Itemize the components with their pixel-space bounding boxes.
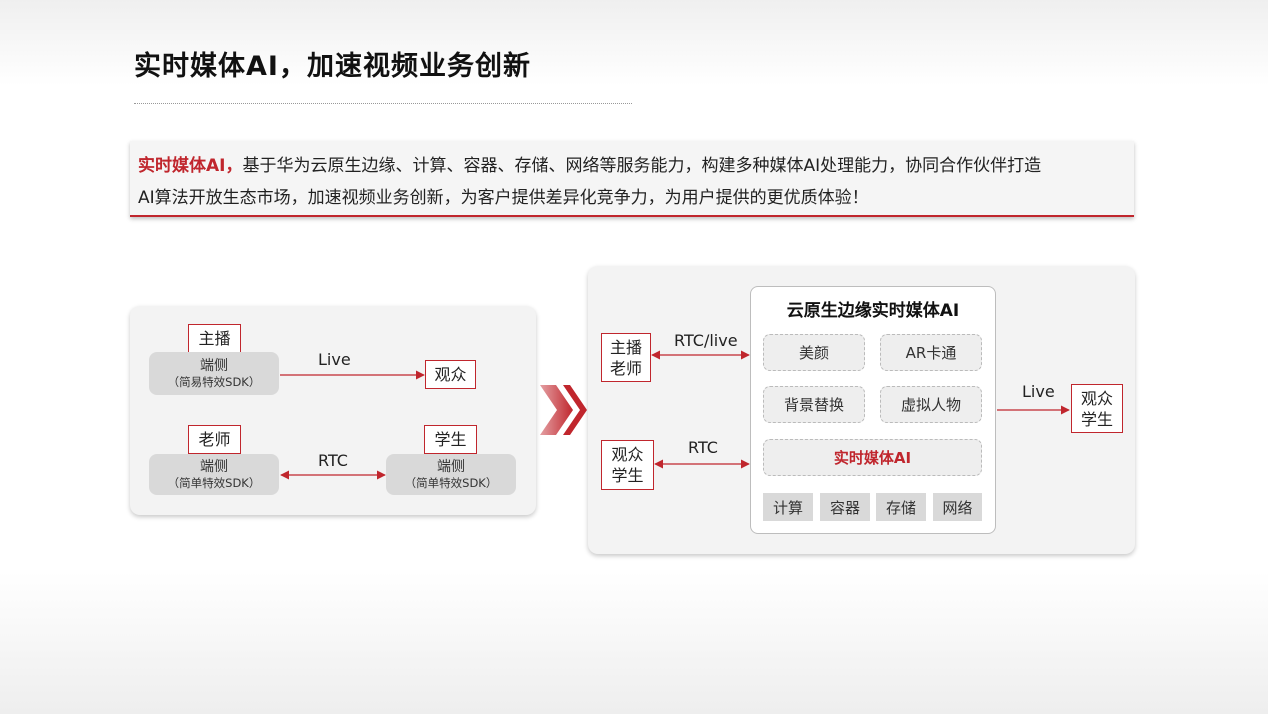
connector-layer [280,350,1070,480]
transition-chevron-icon [540,385,587,435]
